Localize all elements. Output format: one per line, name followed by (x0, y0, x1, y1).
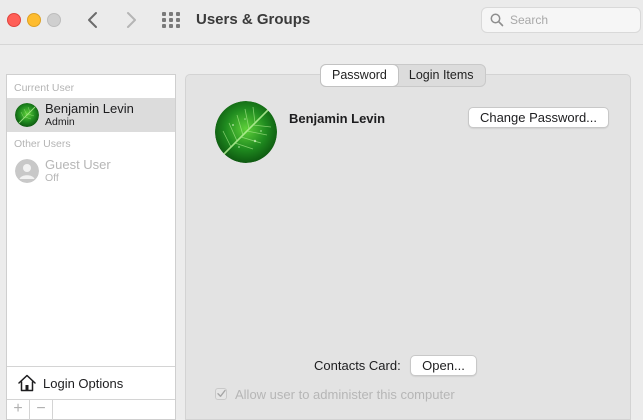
tab-password[interactable]: Password (321, 65, 398, 86)
close-button[interactable] (7, 13, 21, 27)
allow-admin-checkbox[interactable] (215, 388, 227, 400)
login-options-item[interactable]: Login Options (7, 366, 175, 399)
chevron-left-icon (88, 12, 97, 28)
current-user-header: Current User (14, 82, 75, 94)
sidebar-footer: + − (7, 399, 175, 420)
user-fullname: Benjamin Levin (289, 111, 386, 126)
green-leaf-icon (15, 103, 39, 127)
house-icon (18, 374, 36, 392)
back-button[interactable] (82, 9, 104, 31)
user-picture[interactable] (215, 101, 277, 163)
show-all-button[interactable] (161, 11, 181, 29)
user-name: Benjamin Levin (45, 101, 134, 116)
remove-user-button[interactable]: − (30, 400, 53, 420)
checkmark-icon (217, 389, 226, 397)
change-password-button[interactable]: Change Password... (468, 107, 609, 128)
tab-login-items[interactable]: Login Items (398, 65, 485, 86)
minimize-button[interactable] (27, 13, 41, 27)
magnifying-glass-icon (490, 13, 504, 27)
user-role: Off (45, 172, 59, 184)
window-title: Users & Groups (196, 11, 311, 28)
other-users-header: Other Users (14, 138, 71, 150)
title-bar: Users & Groups (0, 0, 643, 45)
open-contacts-button[interactable]: Open... (410, 355, 477, 376)
green-leaf-icon (215, 101, 277, 163)
forward-button[interactable] (120, 9, 142, 31)
user-row-guest-user[interactable]: Guest User Off (7, 154, 175, 188)
tab-bar: Password Login Items (320, 64, 486, 87)
contacts-card-label: Contacts Card: (314, 358, 401, 373)
search-field[interactable] (481, 7, 641, 33)
search-input[interactable] (510, 11, 635, 29)
user-name: Guest User (45, 157, 111, 172)
login-options-label: Login Options (43, 376, 124, 391)
chevron-right-icon (127, 12, 136, 28)
user-role: Admin (45, 116, 75, 128)
user-row-benjamin-levin[interactable]: Benjamin Levin Admin (7, 98, 175, 132)
add-user-button[interactable]: + (7, 400, 30, 420)
users-sidebar: Current User Benjamin Levin Admin Other … (6, 74, 176, 420)
grid-icon (162, 12, 180, 28)
allow-admin-label: Allow user to administer this computer (235, 387, 455, 402)
zoom-button[interactable] (47, 13, 61, 27)
person-silhouette-icon (15, 159, 39, 183)
